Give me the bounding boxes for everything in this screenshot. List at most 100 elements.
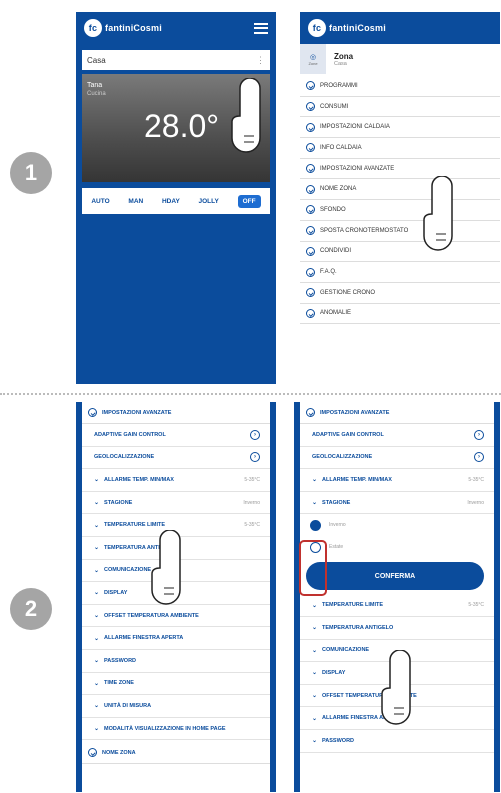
season-option-estate[interactable]: Estate [300, 536, 494, 559]
menu-item-info-caldaia[interactable]: INFO CALDAIA [300, 138, 500, 159]
more-options-icon[interactable]: ⋮ [256, 55, 265, 66]
setting-row-stagione[interactable]: ⌄ STAGIONE Inverno [82, 491, 270, 515]
check-circle-icon [306, 184, 315, 194]
section-divider [0, 393, 501, 395]
zone-header: ◎ Zone Zona Casa [300, 44, 500, 74]
phone-zone-menu: fc fantiniCosmi ◎ Zone Zona Casa PROGRAM… [300, 12, 500, 384]
menu-item-f-a-q[interactable]: F.A.Q. [300, 262, 500, 283]
setting-row-adaptive-gain-control[interactable]: ADAPTIVE GAIN CONTROL › [82, 424, 270, 447]
setting-label: COMUNICAZIONE [322, 647, 370, 654]
setting-label: STAGIONE [104, 499, 133, 506]
menu-item-impostazioni-avanzate[interactable]: IMPOSTAZIONI AVANZATE [300, 158, 500, 180]
collapse-icon [88, 408, 97, 417]
mode-off-button[interactable]: OFF [237, 194, 261, 208]
setting-label: ADAPTIVE GAIN CONTROL [94, 431, 166, 438]
check-circle-icon [306, 164, 315, 174]
setting-row-password[interactable]: ⌄ PASSWORD [82, 649, 270, 673]
zone-back-button[interactable]: ◎ Zone [300, 44, 326, 74]
setting-value: 5-35°C [244, 476, 260, 483]
footer-title: NOME ZONA [102, 749, 136, 756]
logo-text: fantiniCosmi [105, 23, 162, 33]
menu-item-label: F.A.Q. [320, 269, 337, 276]
check-circle-icon [306, 267, 315, 277]
check-circle-icon [306, 246, 315, 256]
arrow-right-circle-icon[interactable]: › [474, 452, 484, 463]
setting-row-time-zone[interactable]: ⌄ TIME ZONE [82, 672, 270, 696]
menu-item-anomalie[interactable]: ANOMALIE [300, 303, 500, 325]
setting-row-temperatura-antigelo[interactable]: ⌄ TEMPERATURA ANTIGELO [300, 616, 494, 640]
setting-label: ALLARME TEMP. MIN/MAX [104, 476, 174, 483]
check-circle-icon [306, 288, 315, 298]
setting-label: PASSWORD [322, 737, 355, 744]
menu-item-programmi[interactable]: PROGRAMMI [300, 76, 500, 97]
setting-row-allarme-temp-min-max[interactable]: ⌄ ALLARME TEMP. MIN/MAX 5-35°C [82, 469, 270, 492]
mode-auto-button[interactable]: AUTO [91, 198, 109, 205]
radio-label: Estate [329, 544, 344, 551]
arrow-right-circle-icon[interactable]: › [250, 452, 260, 463]
setting-label: MODALITÀ VISUALIZZAZIONE IN HOME PAGE [104, 725, 226, 732]
setting-label: GEOLOCALIZZAZIONE [312, 454, 373, 461]
menu-item-label: CONSUMI [320, 103, 349, 110]
setting-label: PASSWORD [104, 657, 137, 664]
setting-row-unit-di-misura[interactable]: ⌄ UNITÀ DI MISURA [82, 695, 270, 718]
room-subtitle: Cucina [87, 91, 106, 97]
check-circle-icon [306, 205, 315, 215]
chevron-down-icon: ⌄ [312, 693, 318, 700]
home-selector[interactable]: Casa ⋮ [82, 50, 270, 70]
chevron-down-icon: ⌄ [94, 590, 100, 597]
menu-item-sposta-cronotermostato[interactable]: SPOSTA CRONOTERMOSTATO [300, 220, 500, 242]
chevron-down-icon: ⌄ [94, 545, 100, 552]
setting-row-password[interactable]: ⌄ PASSWORD [300, 729, 494, 753]
finger-tap-icon [423, 176, 453, 251]
check-circle-icon [306, 102, 315, 112]
menu-item-label: NOME ZONA [320, 186, 357, 193]
app-header: fc fantiniCosmi [76, 12, 276, 44]
confirm-button[interactable]: CONFERMA [306, 562, 484, 591]
menu-item-impostazioni-caldaia[interactable]: IMPOSTAZIONI CALDAIA [300, 117, 500, 139]
app-header: fc fantiniCosmi [300, 12, 500, 44]
chevron-down-icon: ⌄ [312, 477, 318, 484]
section-icon [88, 748, 97, 758]
finger-tap-icon [151, 530, 181, 605]
chevron-down-icon: ⌄ [94, 613, 100, 620]
phone-home-screen: fc fantiniCosmi Casa ⋮ Tana Cucina 28.0°… [76, 12, 276, 384]
arrow-right-circle-icon[interactable]: › [250, 429, 260, 440]
setting-row-adaptive-gain-control[interactable]: ADAPTIVE GAIN CONTROL › [300, 424, 494, 447]
menu-item-label: GESTIONE CRONO [320, 289, 376, 296]
chevron-down-icon: ⌄ [94, 703, 100, 710]
advanced-settings-header[interactable]: IMPOSTAZIONI AVANZATE [82, 402, 270, 424]
hamburger-icon[interactable] [254, 22, 268, 34]
chevron-down-icon: ⌄ [94, 658, 100, 665]
setting-label: ALLARME TEMP. MIN/MAX [322, 476, 392, 483]
menu-item-label: PROGRAMMI [320, 82, 358, 89]
advanced-settings-header[interactable]: IMPOSTAZIONI AVANZATE [300, 402, 494, 424]
setting-row-allarme-finestra-aperta[interactable]: ⌄ ALLARME FINESTRA APERTA [82, 627, 270, 650]
chevron-down-icon: ⌄ [94, 522, 100, 529]
menu-item-sfondo[interactable]: SFONDO [300, 200, 500, 221]
radio-button[interactable] [310, 519, 321, 531]
chevron-down-icon: ⌄ [312, 602, 318, 609]
chevron-down-icon: ⌄ [312, 625, 318, 632]
mode-jolly-button[interactable]: JOLLY [199, 198, 219, 205]
season-option-inverno[interactable]: Inverno [300, 514, 494, 537]
mode-hday-button[interactable]: HDAY [162, 198, 180, 205]
menu-item-gestione-crono[interactable]: GESTIONE CRONO [300, 282, 500, 304]
mode-man-button[interactable]: MAN [128, 198, 143, 205]
settings-list-top: ADAPTIVE GAIN CONTROL › GEOLOCALIZZAZIONE ›… [300, 424, 494, 515]
setting-row-geolocalizzazione[interactable]: GEOLOCALIZZAZIONE › [82, 446, 270, 470]
setting-row-allarme-temp-min-max[interactable]: ⌄ ALLARME TEMP. MIN/MAX 5-35°C [300, 469, 494, 492]
menu-item-condividi[interactable]: CONDIVIDI [300, 241, 500, 263]
setting-row-geolocalizzazione[interactable]: GEOLOCALIZZAZIONE › [300, 446, 494, 470]
step-2-badge: 2 [10, 588, 52, 630]
arrow-right-circle-icon[interactable]: › [474, 429, 484, 440]
menu-item-label: SFONDO [320, 206, 346, 213]
setting-row-temperature-limite[interactable]: ⌄ TEMPERATURE LIMITE 5-35°C [300, 594, 494, 617]
setting-row-stagione[interactable]: ⌄ STAGIONE Inverno [300, 491, 494, 515]
setting-row-modalit-visualizzazione-in-home-page[interactable]: ⌄ MODALITÀ VISUALIZZAZIONE IN HOME PAGE [82, 717, 270, 741]
setting-label: ADAPTIVE GAIN CONTROL [312, 431, 384, 438]
setting-value: 5-35°C [244, 522, 260, 529]
footer-section[interactable]: NOME ZONA [82, 742, 270, 765]
menu-item-label: IMPOSTAZIONI AVANZATE [320, 165, 395, 172]
menu-item-consumi[interactable]: CONSUMI [300, 96, 500, 118]
menu-item-nome-zona[interactable]: NOME ZONA [300, 179, 500, 201]
